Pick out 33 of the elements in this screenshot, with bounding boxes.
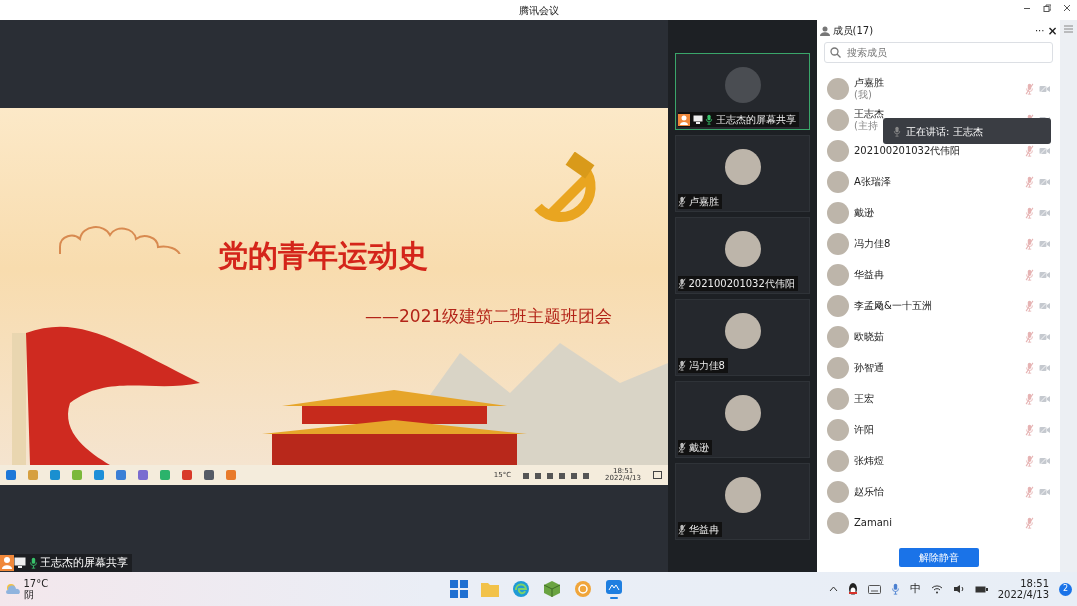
participant-name: 卢嘉胜	[688, 195, 719, 209]
member-name: 张炜煜	[854, 454, 884, 467]
clock-date: 2022/4/13	[997, 589, 1049, 600]
member-role: (我)	[854, 88, 873, 101]
member-role: (主持	[854, 119, 878, 132]
slide-subtitle: ——2021级建筑二班主题班团会	[365, 305, 613, 328]
member-name: 卢嘉胜	[854, 76, 884, 89]
member-name: 孙智通	[854, 361, 884, 374]
participant-name: 冯力佳8	[688, 359, 725, 373]
tooltip-text: 正在讲话: 王志杰	[906, 124, 983, 139]
member-name: 欧晓茹	[854, 330, 884, 343]
member-name: 王志杰	[854, 107, 884, 119]
clock-time: 18:51	[1020, 578, 1049, 589]
share-label: 王志杰的屏幕共享	[40, 554, 128, 571]
member-name: A张瑞泽	[854, 175, 891, 188]
weather-temperature: 17°C	[23, 578, 49, 589]
window-title: 腾讯会议	[518, 3, 559, 18]
member-name: 202100201032代伟阳	[854, 144, 961, 157]
member-name: 华益冉	[854, 268, 884, 281]
member-name: 戴逊	[854, 206, 874, 219]
panel-title: 成员(17)	[832, 25, 874, 37]
participant-name: 王志杰的屏幕共享	[715, 113, 796, 127]
member-name: 李孟飏&一十五洲	[854, 299, 932, 312]
member-name: Zamani	[854, 516, 892, 529]
member-name: 许阳	[854, 423, 874, 436]
slide-title: 党的青年运动史	[218, 237, 428, 275]
member-name: 赵乐怡	[854, 485, 884, 498]
member-name: 冯力佳8	[854, 237, 891, 250]
participant-name: 华益冉	[688, 523, 719, 537]
participant-name: 202100201032代伟阳	[688, 277, 795, 291]
participant-name: 戴逊	[688, 441, 709, 455]
member-name: 王宏	[854, 392, 874, 405]
weather-condition: 阴	[23, 589, 35, 600]
